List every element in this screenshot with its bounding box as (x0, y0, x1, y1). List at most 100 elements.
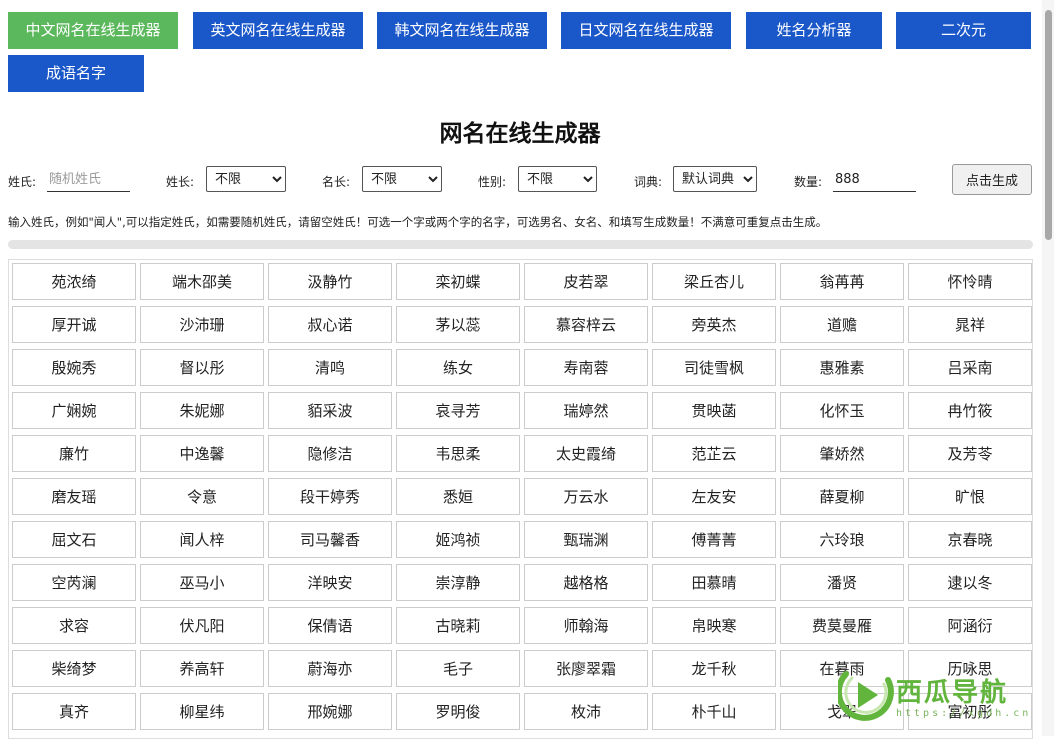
name-cell[interactable]: 貊采波 (268, 392, 392, 429)
surname-input[interactable] (47, 168, 130, 192)
name-cell[interactable]: 崇淳静 (396, 564, 520, 601)
name-cell[interactable]: 肇娇然 (780, 435, 904, 472)
name-cell[interactable]: 朴千山 (652, 693, 776, 730)
name-cell[interactable]: 范芷云 (652, 435, 776, 472)
name-cell[interactable]: 逮以冬 (908, 564, 1032, 601)
name-cell[interactable]: 叔心诺 (268, 306, 392, 343)
name-cell[interactable]: 空芮澜 (12, 564, 136, 601)
name-cell[interactable]: 广娴婉 (12, 392, 136, 429)
name-cell[interactable]: 吕采南 (908, 349, 1032, 386)
tab-anime[interactable]: 二次元 (896, 12, 1031, 49)
name-cell[interactable]: 越格格 (524, 564, 648, 601)
name-cell[interactable]: 翁苒苒 (780, 263, 904, 300)
name-cell[interactable]: 练女 (396, 349, 520, 386)
name-cell[interactable]: 隐修洁 (268, 435, 392, 472)
name-cell[interactable]: 姬鸿祯 (396, 521, 520, 558)
name-cell[interactable]: 求容 (12, 607, 136, 644)
page-scrollbar[interactable] (1042, 0, 1054, 736)
name-cell[interactable]: 柴绮梦 (12, 650, 136, 687)
name-cell[interactable]: 晁祥 (908, 306, 1032, 343)
name-cell[interactable]: 六玲琅 (780, 521, 904, 558)
name-cell[interactable]: 洋映安 (268, 564, 392, 601)
name-cell[interactable]: 养高轩 (140, 650, 264, 687)
name-cell[interactable]: 督以彤 (140, 349, 264, 386)
name-cell[interactable]: 廉竹 (12, 435, 136, 472)
name-cell[interactable]: 龙千秋 (652, 650, 776, 687)
tab-name-analyzer[interactable]: 姓名分析器 (746, 12, 882, 49)
name-cell[interactable]: 哀寻芳 (396, 392, 520, 429)
name-cell[interactable]: 及芳苓 (908, 435, 1032, 472)
name-cell[interactable]: 殷婉秀 (12, 349, 136, 386)
name-cell[interactable]: 潘贤 (780, 564, 904, 601)
name-cell[interactable]: 罗明俊 (396, 693, 520, 730)
name-cell[interactable]: 屈文石 (12, 521, 136, 558)
name-length-select[interactable]: 不限 (362, 166, 442, 192)
generate-button[interactable]: 点击生成 (952, 164, 1032, 195)
name-cell[interactable]: 柳星纬 (140, 693, 264, 730)
name-cell[interactable]: 帛映寒 (652, 607, 776, 644)
name-cell[interactable]: 段干婷秀 (268, 478, 392, 515)
name-cell[interactable]: 苑浓绮 (12, 263, 136, 300)
name-cell[interactable]: 磨友瑶 (12, 478, 136, 515)
name-cell[interactable]: 慕容梓云 (524, 306, 648, 343)
gender-select[interactable]: 不限 (518, 166, 597, 192)
tab-chinese-names[interactable]: 中文网名在线生成器 (8, 12, 178, 49)
name-cell[interactable]: 田慕晴 (652, 564, 776, 601)
surname-length-select[interactable]: 不限 (206, 166, 286, 192)
name-cell[interactable]: 沙沛珊 (140, 306, 264, 343)
name-cell[interactable]: 古晓莉 (396, 607, 520, 644)
name-cell[interactable]: 梁丘杏儿 (652, 263, 776, 300)
name-cell[interactable]: 栾初蝶 (396, 263, 520, 300)
name-cell[interactable]: 甄瑞渊 (524, 521, 648, 558)
name-cell[interactable]: 汲静竹 (268, 263, 392, 300)
name-cell[interactable]: 巫马小 (140, 564, 264, 601)
name-cell[interactable]: 司徒雪枫 (652, 349, 776, 386)
tab-idiom-names[interactable]: 成语名字 (8, 55, 144, 92)
name-cell[interactable]: 枚沛 (524, 693, 648, 730)
dictionary-select[interactable]: 默认词典 (673, 166, 757, 192)
name-cell[interactable]: 薛夏柳 (780, 478, 904, 515)
name-cell[interactable]: 怀怜晴 (908, 263, 1032, 300)
name-cell[interactable]: 皮若翠 (524, 263, 648, 300)
name-cell[interactable]: 保倩语 (268, 607, 392, 644)
name-cell[interactable]: 端木邵美 (140, 263, 264, 300)
name-cell[interactable]: 真齐 (12, 693, 136, 730)
name-cell[interactable]: 毛子 (396, 650, 520, 687)
name-cell[interactable]: 张廖翠霜 (524, 650, 648, 687)
name-cell[interactable]: 化怀玉 (780, 392, 904, 429)
name-cell[interactable]: 旁英杰 (652, 306, 776, 343)
name-cell[interactable]: 瑞婷然 (524, 392, 648, 429)
name-cell[interactable]: 朱妮娜 (140, 392, 264, 429)
name-cell[interactable]: 贯映菡 (652, 392, 776, 429)
name-cell[interactable]: 道赡 (780, 306, 904, 343)
name-cell[interactable]: 厚开诚 (12, 306, 136, 343)
name-cell[interactable]: 邢婉娜 (268, 693, 392, 730)
name-cell[interactable]: 傅菁菁 (652, 521, 776, 558)
name-cell[interactable]: 左友安 (652, 478, 776, 515)
name-cell[interactable]: 伏凡阳 (140, 607, 264, 644)
name-cell[interactable]: 冉竹筱 (908, 392, 1032, 429)
name-cell[interactable]: 悉姮 (396, 478, 520, 515)
name-cell[interactable]: 太史霞绮 (524, 435, 648, 472)
name-cell[interactable]: 蔚海亦 (268, 650, 392, 687)
name-cell[interactable]: 万云水 (524, 478, 648, 515)
name-cell[interactable]: 师翰海 (524, 607, 648, 644)
name-cell[interactable]: 阿涵衍 (908, 607, 1032, 644)
name-cell[interactable]: 京春晓 (908, 521, 1032, 558)
name-cell[interactable]: 茅以蕊 (396, 306, 520, 343)
name-cell[interactable]: 司马馨香 (268, 521, 392, 558)
tab-korean-names[interactable]: 韩文网名在线生成器 (377, 12, 547, 49)
name-cell[interactable]: 中逸馨 (140, 435, 264, 472)
name-cell[interactable]: 寿南蓉 (524, 349, 648, 386)
scrollbar-thumb[interactable] (1045, 10, 1052, 240)
name-cell[interactable]: 闻人梓 (140, 521, 264, 558)
name-cell[interactable]: 惠雅素 (780, 349, 904, 386)
tab-english-names[interactable]: 英文网名在线生成器 (193, 12, 363, 49)
name-cell[interactable]: 旷恨 (908, 478, 1032, 515)
name-cell[interactable]: 令意 (140, 478, 264, 515)
name-cell[interactable]: 韦思柔 (396, 435, 520, 472)
count-input[interactable] (833, 168, 916, 192)
name-cell[interactable]: 清鸣 (268, 349, 392, 386)
tab-japanese-names[interactable]: 日文网名在线生成器 (561, 12, 731, 49)
name-cell[interactable]: 费莫曼雁 (780, 607, 904, 644)
